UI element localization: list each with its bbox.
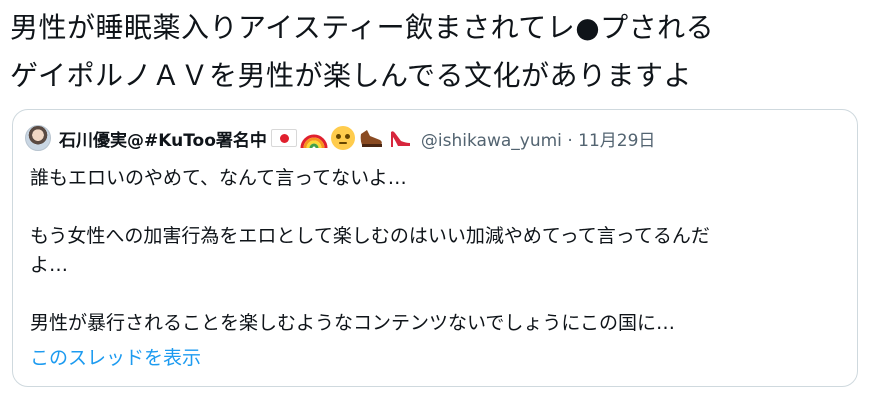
quoted-body-line: よ… bbox=[30, 254, 69, 276]
brown-shoe-icon bbox=[358, 126, 384, 150]
name-emojis bbox=[270, 126, 413, 150]
tweet-text-line: ゲイポルノＡＶを男性が楽しんでる文化がありますよ bbox=[10, 59, 693, 92]
separator: · bbox=[567, 130, 573, 151]
high-heel-icon bbox=[387, 126, 413, 150]
quoted-body-line: 誰もエロいのやめて、なんて言ってないよ… bbox=[30, 167, 407, 189]
handle-and-date: @ishikawa_yumi · 11月29日 bbox=[421, 126, 655, 151]
handle[interactable]: @ishikawa_yumi bbox=[421, 131, 562, 151]
japan-flag-icon bbox=[270, 129, 297, 147]
show-thread-link[interactable]: このスレッドを表示 bbox=[30, 344, 201, 373]
quoted-body-line: もう女性への加害行為をエロとして楽しむのはいい加減やめてって言ってるんだ bbox=[30, 225, 710, 247]
quoted-body-gap bbox=[30, 280, 845, 309]
display-name[interactable]: 石川優実@#KuToo署名中 bbox=[59, 126, 267, 151]
quoted-tweet-header: 石川優実@#KuToo署名中 @ishikawa_yumi · 11月29日 bbox=[25, 124, 655, 152]
tweet-text: 男性が睡眠薬入りアイスティー飲まされてレ●プされる ゲイポルノＡＶを男性が楽しん… bbox=[10, 4, 870, 100]
quoted-body-line: 男性が暴行されることを楽しむようなコンテンツないでしょうにこの国に… bbox=[30, 312, 676, 334]
timestamp[interactable]: 11月29日 bbox=[578, 131, 655, 151]
tweet-text-line: 男性が睡眠薬入りアイスティー飲まされてレ●プされる bbox=[10, 11, 715, 44]
avatar[interactable] bbox=[25, 125, 51, 151]
quoted-tweet-body: 誰もエロいのやめて、なんて言ってないよ… もう女性への加害行為をエロとして楽しむ… bbox=[30, 164, 845, 338]
quoted-tweet-card[interactable]: 石川優実@#KuToo署名中 @ishikawa_yumi · 11月29日 誰… bbox=[12, 109, 858, 387]
quoted-body-gap bbox=[30, 193, 845, 222]
rainbow-icon bbox=[300, 128, 328, 149]
rolling-eyes-face-icon bbox=[330, 126, 355, 150]
